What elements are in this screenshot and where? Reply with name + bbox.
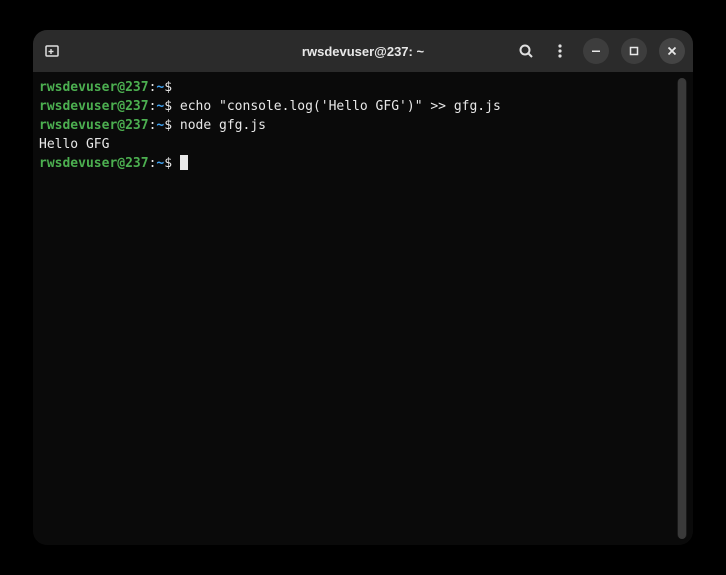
window-title: rwsdevuser@237: ~: [302, 44, 424, 59]
terminal-prompt-line: rwsdevuser@237:~$ node gfg.js: [39, 116, 677, 135]
terminal-prompt-line: rwsdevuser@237:~$: [39, 154, 677, 173]
terminal-output-line: Hello GFG: [39, 135, 677, 154]
terminal-prompt-line: rwsdevuser@237:~$ echo "console.log('Hel…: [39, 97, 677, 116]
terminal-content[interactable]: rwsdevuser@237:~$ rwsdevuser@237:~$ echo…: [39, 78, 677, 539]
cursor: [180, 155, 188, 170]
scrollbar-thumb[interactable]: [678, 78, 686, 539]
search-icon[interactable]: [515, 40, 537, 62]
terminal-prompt-line: rwsdevuser@237:~$: [39, 78, 677, 97]
close-button[interactable]: [659, 38, 685, 64]
terminal-window: rwsdevuser@237: ~: [33, 30, 693, 545]
menu-icon[interactable]: [549, 40, 571, 62]
terminal-body[interactable]: rwsdevuser@237:~$ rwsdevuser@237:~$ echo…: [33, 72, 693, 545]
minimize-button[interactable]: [583, 38, 609, 64]
titlebar: rwsdevuser@237: ~: [33, 30, 693, 72]
maximize-button[interactable]: [621, 38, 647, 64]
scrollbar[interactable]: [677, 78, 687, 539]
new-tab-button[interactable]: [41, 40, 63, 62]
